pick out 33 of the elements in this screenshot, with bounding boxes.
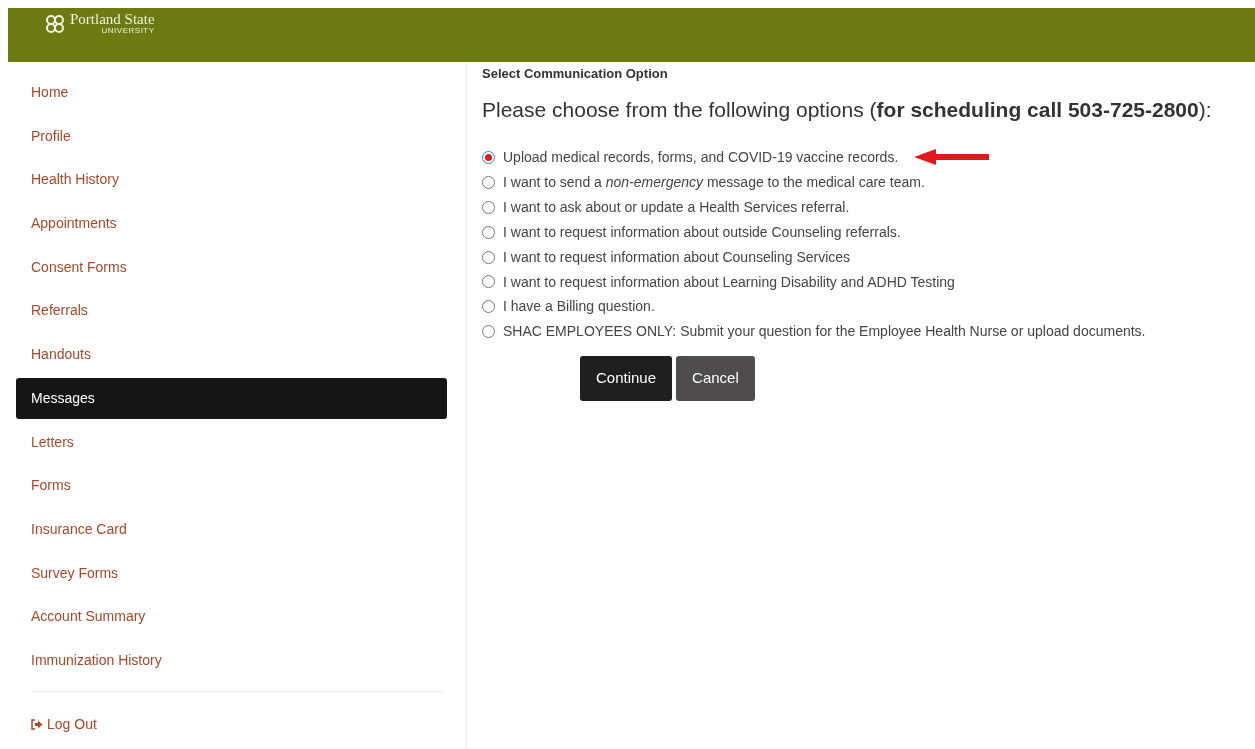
- sidebar-item[interactable]: Forms: [16, 465, 447, 507]
- section-title: Select Communication Option: [482, 65, 669, 83]
- sidebar-item[interactable]: Letters: [16, 421, 447, 463]
- sidebar-item[interactable]: Immunization History: [16, 639, 447, 681]
- sidebar-item[interactable]: Survey Forms: [16, 552, 447, 594]
- sidebar-item[interactable]: Home: [16, 72, 447, 113]
- sidebar-item[interactable]: Referrals: [16, 290, 447, 332]
- page-heading: Please choose from the following options (for scheduling call 503-725-2800):: [482, 96, 1213, 123]
- sidebar-item[interactable]: Health History: [16, 159, 447, 201]
- sidebar-item[interactable]: Appointments: [16, 203, 447, 245]
- university-logo[interactable]: Portland State UNIVERSITY: [44, 12, 155, 35]
- sidebar-item[interactable]: Insurance Card: [16, 508, 447, 550]
- option-label[interactable]: I want to request information about Learning Disability and ADHD Testing: [503, 269, 955, 295]
- option-label[interactable]: I want to request information about outside Counseling referrals.: [503, 219, 901, 245]
- option-label[interactable]: I want to ask about or update a Health Services referral.: [503, 194, 850, 220]
- cancel-button[interactable]: Cancel: [676, 356, 755, 401]
- sidebar-item[interactable]: Consent Forms: [16, 246, 447, 288]
- logo-subtitle: UNIVERSITY: [100, 27, 155, 35]
- sidebar-item[interactable]: Profile: [16, 115, 447, 157]
- logo-wordmark: Portland State: [70, 12, 155, 27]
- logout-icon: [31, 718, 43, 730]
- knot-logo-icon: [44, 12, 66, 35]
- continue-button[interactable]: Continue: [580, 356, 673, 401]
- option-label[interactable]: SHAC EMPLOYEES ONLY: Submit your question for the Employee Health Nurse or upload documents.: [503, 319, 1146, 345]
- logout-link[interactable]: Log Out: [16, 703, 447, 745]
- option-label[interactable]: I want to send a non-emergency message to the medical care team.: [503, 169, 925, 195]
- sidebar-item[interactable]: Messages: [16, 377, 447, 419]
- sidebar-item[interactable]: Handouts: [16, 334, 447, 376]
- logout-label: Log Out: [47, 714, 97, 734]
- option-label[interactable]: I want to request information about Counseling Services: [503, 244, 851, 270]
- option-label[interactable]: I have a Billing question.: [503, 294, 655, 320]
- option-label[interactable]: Upload medical records, forms, and COVID-19 vaccine records.: [503, 145, 899, 170]
- sidebar-item[interactable]: Account Summary: [16, 596, 447, 638]
